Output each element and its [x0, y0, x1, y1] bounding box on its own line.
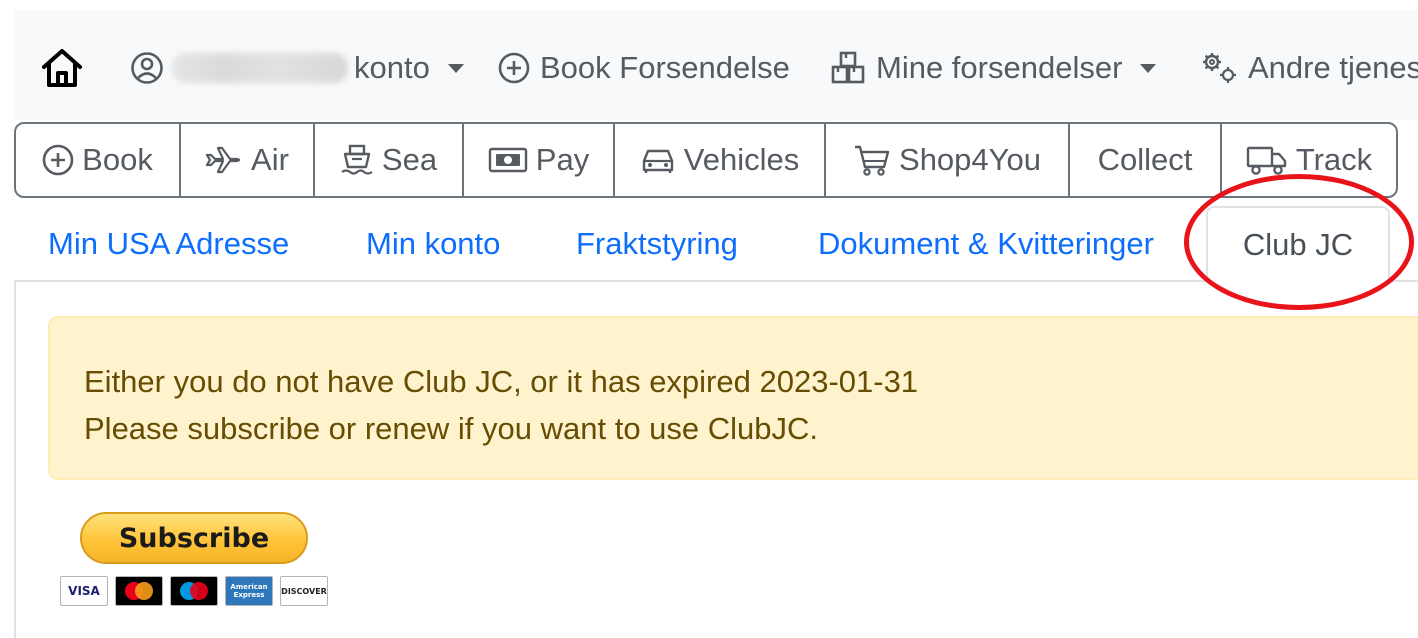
mastercard-icon: [115, 576, 163, 606]
shop4you-button[interactable]: Shop4You: [826, 124, 1070, 196]
subscribe-button[interactable]: Subscribe: [80, 512, 308, 564]
plus-circle-icon: [42, 144, 74, 176]
payment-cards: VISA American Express DISCOVER: [60, 576, 328, 606]
top-navbar: konto Book Forsendelse Mine forsendelser…: [14, 10, 1418, 120]
my-shipments-label: Mine forsendelser: [876, 50, 1123, 85]
pay-label: Pay: [535, 142, 590, 177]
tab-my-account[interactable]: Min konto: [366, 206, 500, 282]
other-services-menu[interactable]: Andre tjenes: [1200, 46, 1418, 90]
discover-card-icon: DISCOVER: [280, 576, 328, 606]
track-button[interactable]: Track: [1222, 124, 1396, 196]
alert-line-1: Either you do not have Club JC, or it ha…: [84, 364, 919, 399]
alert-line-2: Please subscribe or renew if you want to…: [84, 411, 819, 446]
cash-icon: [488, 147, 527, 173]
book-shipment-link[interactable]: Book Forsendelse: [498, 46, 790, 90]
expiry-alert: Either you do not have Club JC, or it ha…: [48, 316, 1418, 480]
visa-card-icon: VISA: [60, 576, 108, 606]
sea-label: Sea: [381, 142, 438, 177]
car-icon: [642, 149, 673, 173]
air-button[interactable]: Air: [181, 124, 315, 196]
tab-usa-address[interactable]: Min USA Adresse: [48, 206, 289, 282]
maestro-card-icon: [170, 576, 218, 606]
book-shipment-label: Book Forsendelse: [540, 50, 790, 85]
amex-card-label: American Express: [230, 583, 268, 599]
vehicles-button[interactable]: Vehicles: [615, 124, 826, 196]
tab-club-jc[interactable]: Club JC: [1206, 206, 1390, 282]
boxes-icon: [831, 51, 865, 84]
user-circle-icon: [131, 52, 163, 84]
plus-circle-icon: [498, 52, 530, 84]
sea-button[interactable]: Sea: [315, 124, 464, 196]
amex-card-icon: American Express: [225, 576, 273, 606]
visa-card-label: VISA: [68, 584, 100, 598]
vehicles-label: Vehicles: [683, 142, 800, 177]
ship-icon: [341, 144, 373, 175]
caret-down-icon: [447, 63, 464, 73]
account-tabs: Min USA Adresse Min konto Fraktstyring D…: [14, 206, 1418, 282]
tab-documents-receipts[interactable]: Dokument & Kvitteringer: [818, 206, 1154, 282]
pay-button[interactable]: Pay: [464, 124, 615, 196]
tab-freight-management[interactable]: Fraktstyring: [576, 206, 738, 282]
air-label: Air: [251, 142, 289, 177]
book-button[interactable]: Book: [16, 124, 181, 196]
truck-icon: [1246, 146, 1287, 175]
collect-label: Collect: [1097, 142, 1193, 177]
shop4you-label: Shop4You: [899, 142, 1041, 177]
home-icon[interactable]: [38, 44, 86, 92]
cart-icon: [855, 145, 890, 176]
service-button-group: Book Air Sea Pay Vehicles Shop4You Colle…: [14, 122, 1398, 198]
track-label: Track: [1295, 142, 1373, 177]
my-shipments-menu[interactable]: Mine forsendelser: [830, 46, 1157, 90]
gears-icon: [1203, 53, 1236, 83]
discover-card-label: DISCOVER: [281, 586, 327, 596]
account-menu[interactable]: konto: [130, 46, 464, 90]
account-label: konto: [354, 50, 430, 85]
blurred-username: [172, 53, 348, 83]
airplane-icon: [205, 146, 241, 174]
other-services-label: Andre tjenes: [1248, 50, 1418, 85]
caret-down-icon: [1140, 63, 1157, 73]
book-label: Book: [82, 142, 153, 177]
collect-button[interactable]: Collect: [1070, 124, 1222, 196]
